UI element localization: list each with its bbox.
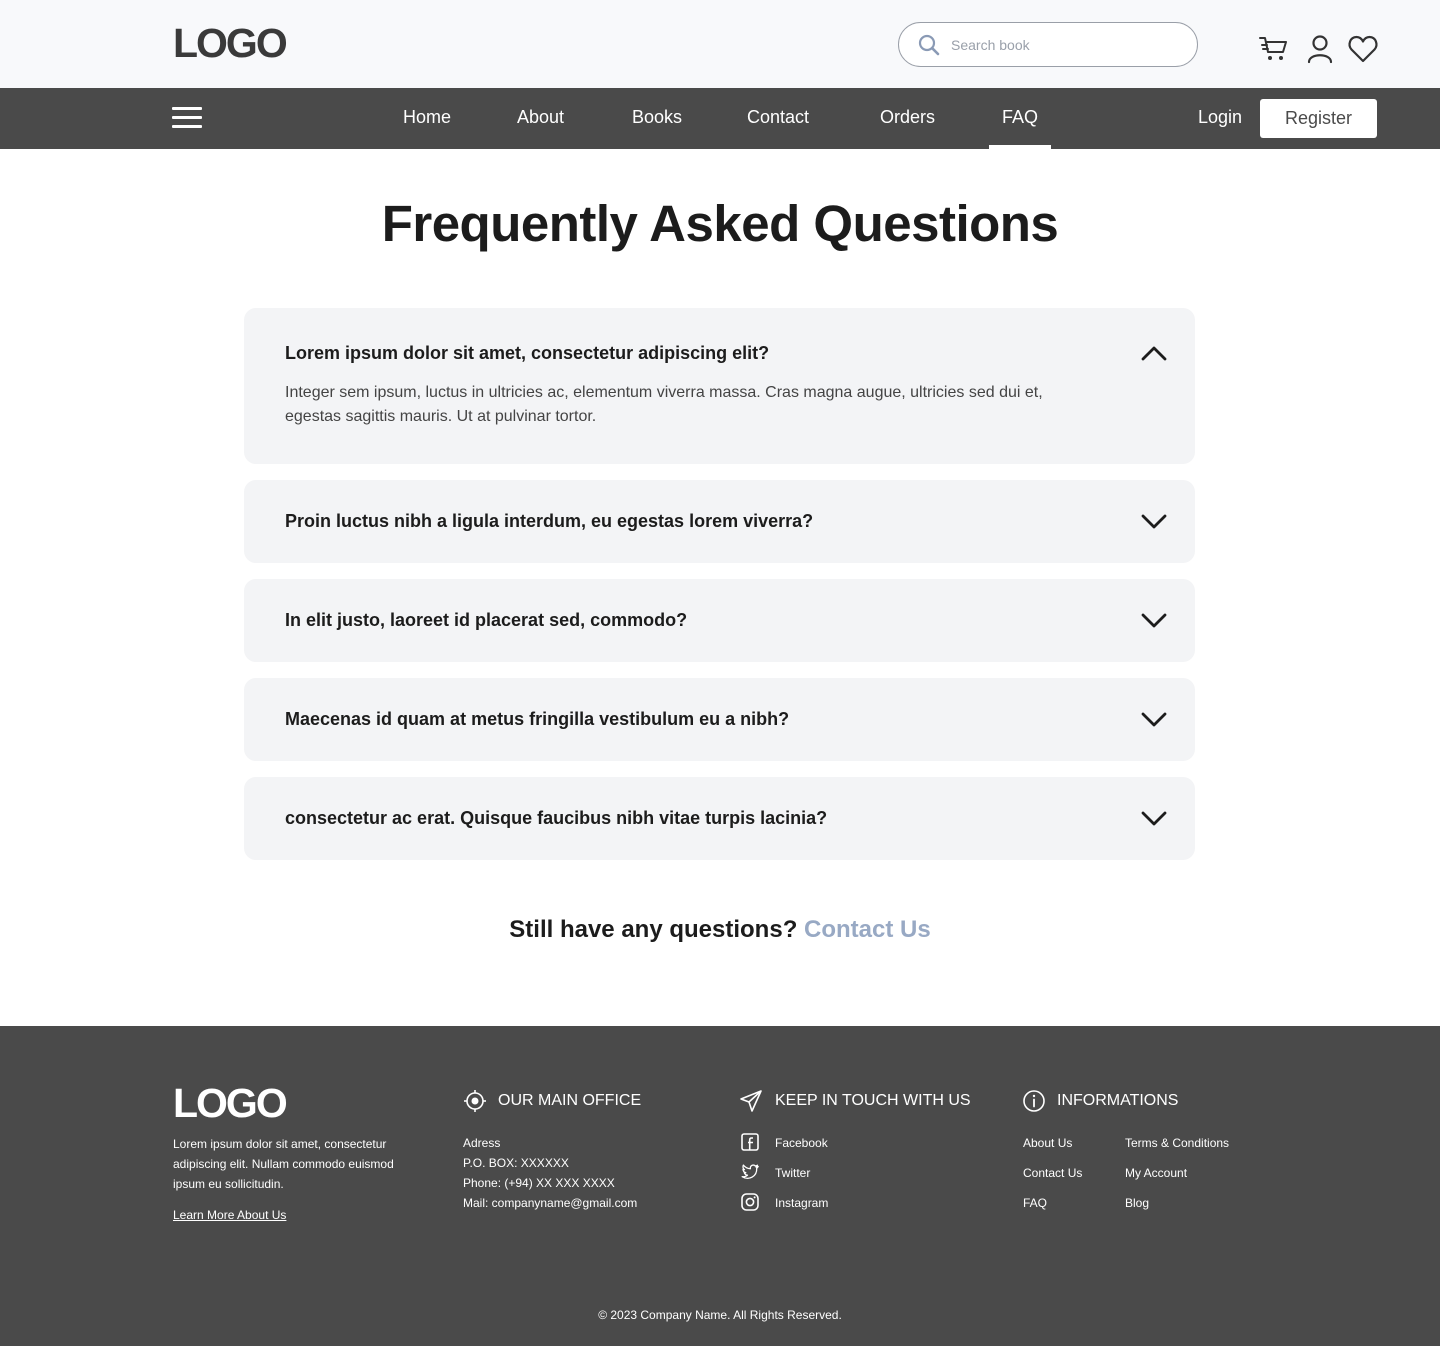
faq-question[interactable]: Maecenas id quam at metus fringilla vest…	[285, 709, 789, 730]
contact-us-link[interactable]: Contact Us	[804, 916, 931, 943]
login-link[interactable]: Login	[1198, 107, 1242, 128]
chevron-down-icon[interactable]	[1141, 712, 1167, 728]
footer: LOGO Lorem ipsum dolor sit amet, consect…	[0, 1026, 1440, 1346]
copyright: © 2023 Company Name. All Rights Reserved…	[598, 1308, 842, 1322]
faq-answer: Integer sem ipsum, luctus in ultricies a…	[285, 384, 1043, 425]
footer-link-about-us[interactable]: About Us	[1023, 1136, 1072, 1150]
faq-item[interactable]: consectetur ac erat. Quisque faucibus ni…	[244, 777, 1195, 860]
footer-logo[interactable]: LOGO	[173, 1080, 288, 1127]
faq-question[interactable]: In elit justo, laoreet id placerat sed, …	[285, 610, 687, 631]
faq-item[interactable]: Lorem ipsum dolor sit amet, consectetur …	[244, 308, 1195, 464]
send-icon	[740, 1090, 762, 1112]
facebook-link[interactable]: Facebook	[775, 1136, 828, 1150]
nav-orders[interactable]: Orders	[880, 107, 935, 128]
nav-contact[interactable]: Contact	[747, 107, 809, 128]
footer-link-my-account[interactable]: My Account	[1125, 1166, 1187, 1180]
still-questions-text: Still have any questions?	[509, 916, 798, 943]
office-line: Phone: (+94) XX XXX XXXX	[463, 1176, 615, 1190]
footer-link-faq[interactable]: FAQ	[1023, 1196, 1047, 1210]
footer-about-text: Lorem ipsum dolor sit amet, consectetur …	[173, 1137, 394, 1191]
instagram-link[interactable]: Instagram	[775, 1196, 828, 1210]
still-questions: Still have any questions? Contact Us	[0, 916, 1440, 944]
heart-icon[interactable]	[1347, 33, 1379, 65]
footer-link-terms[interactable]: Terms & Conditions	[1125, 1136, 1229, 1150]
cart-icon[interactable]	[1258, 33, 1290, 65]
top-header: LOGO	[0, 0, 1440, 88]
menu-icon[interactable]	[172, 107, 202, 129]
faq-question[interactable]: consectetur ac erat. Quisque faucibus ni…	[285, 808, 827, 829]
faq-item[interactable]: In elit justo, laoreet id placerat sed, …	[244, 579, 1195, 662]
register-button[interactable]: Register	[1260, 99, 1377, 138]
nav-about[interactable]: About	[517, 107, 564, 128]
footer-link-blog[interactable]: Blog	[1125, 1196, 1149, 1210]
info-heading: INFORMATIONS	[1057, 1092, 1179, 1109]
faq-item[interactable]: Maecenas id quam at metus fringilla vest…	[244, 678, 1195, 761]
learn-more-link[interactable]: Learn More About Us	[173, 1208, 286, 1222]
office-line: P.O. BOX: XXXXXX	[463, 1156, 569, 1170]
logo[interactable]: LOGO	[173, 20, 288, 67]
search-box[interactable]	[898, 22, 1198, 67]
user-icon[interactable]	[1304, 33, 1336, 65]
office-line: Adress	[463, 1136, 501, 1150]
info-icon	[1023, 1090, 1045, 1112]
faq-question[interactable]: Proin luctus nibh a ligula interdum, eu …	[285, 511, 813, 532]
twitter-icon[interactable]	[740, 1162, 760, 1182]
location-target-icon	[464, 1090, 486, 1112]
social-heading: KEEP IN TOUCH WITH US	[775, 1092, 971, 1109]
office-line: Mail: companyname@gmail.com	[463, 1196, 638, 1210]
active-nav-indicator	[989, 145, 1051, 149]
page-title: Frequently Asked Questions	[381, 195, 1059, 252]
faq-item[interactable]: Proin luctus nibh a ligula interdum, eu …	[244, 480, 1195, 563]
twitter-link[interactable]: Twitter	[775, 1166, 810, 1180]
nav-books[interactable]: Books	[632, 107, 682, 128]
search-icon[interactable]	[917, 33, 941, 57]
nav-faq[interactable]: FAQ	[1002, 107, 1038, 128]
chevron-down-icon[interactable]	[1141, 811, 1167, 827]
chevron-up-icon[interactable]	[1141, 345, 1167, 361]
instagram-icon[interactable]	[740, 1192, 760, 1212]
chevron-down-icon[interactable]	[1141, 613, 1167, 629]
main-nav: Home About Books Contact Orders FAQ Logi…	[0, 88, 1440, 149]
footer-link-contact-us[interactable]: Contact Us	[1023, 1166, 1082, 1180]
chevron-down-icon[interactable]	[1141, 514, 1167, 530]
office-heading: OUR MAIN OFFICE	[498, 1092, 642, 1109]
faq-question[interactable]: Lorem ipsum dolor sit amet, consectetur …	[285, 343, 769, 364]
facebook-icon[interactable]	[740, 1132, 760, 1152]
search-input[interactable]	[951, 33, 1181, 57]
nav-home[interactable]: Home	[403, 107, 451, 128]
